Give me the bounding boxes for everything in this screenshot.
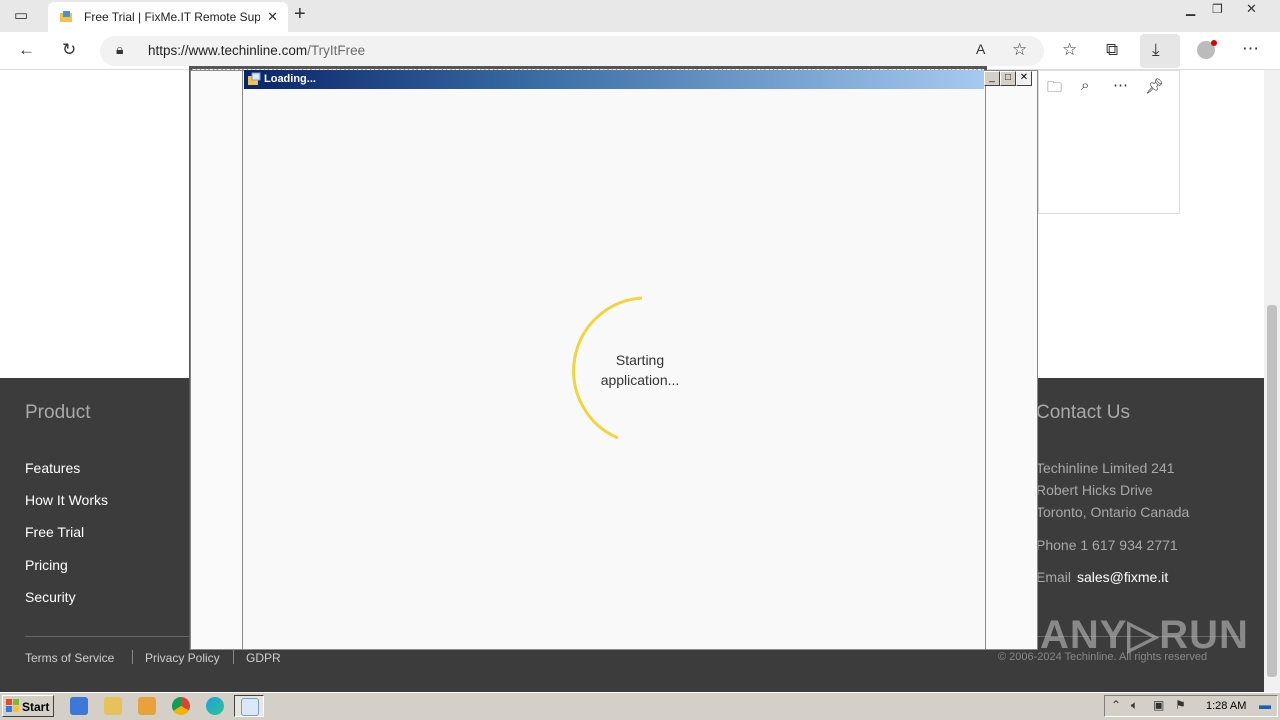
add-favorite-icon[interactable]: ☆: [1012, 40, 1027, 60]
system-tray: ⌃ 🔈︎ ▣ ⚑ ▬: [1104, 695, 1278, 717]
footer-link-security[interactable]: Security: [25, 589, 76, 605]
more-menu-icon[interactable]: ⋯: [1242, 39, 1259, 59]
read-aloud-icon[interactable]: A: [976, 41, 985, 57]
downloads-more-icon[interactable]: ⋯: [1113, 76, 1128, 94]
app-window-icon: [248, 72, 261, 85]
tab-actions-icon[interactable]: ▭: [14, 6, 28, 24]
loading-window-title: Loading...: [264, 73, 316, 85]
legal-separator: [233, 650, 234, 664]
network-icon[interactable]: ▣: [1153, 698, 1164, 712]
profile-alert-dot: [1211, 40, 1217, 46]
dialog-maximize-button[interactable]: □: [1000, 71, 1016, 86]
contact-email-link[interactable]: sales@fixme.it: [1077, 569, 1168, 585]
gdpr-link[interactable]: GDPR: [246, 651, 281, 665]
scrollbar-thumb[interactable]: [1267, 305, 1277, 677]
active-app-taskbar-button[interactable]: [234, 695, 264, 717]
footer-product-title: Product: [25, 402, 91, 423]
tab-close-icon[interactable]: ✕: [267, 9, 278, 25]
contact-address-line3: Toronto, Ontario Canada: [1036, 504, 1190, 520]
url-host: https://www.techinline.com: [148, 43, 308, 58]
ie-taskbar-icon[interactable]: [70, 697, 88, 715]
contact-email-label: Email: [1036, 569, 1072, 585]
address-input[interactable]: 🔒︎ https://www.techinline.com/TryItFree …: [100, 36, 1044, 66]
url-path: /TryItFree: [307, 43, 366, 58]
download-icon: ⤓: [1152, 40, 1160, 59]
windows-logo-icon: [6, 699, 19, 712]
browser-tab-bar: ▭ Free Trial | FixMe.IT Remote Supp ✕ + …: [0, 0, 1280, 32]
contact-phone: Phone 1 617 934 2771: [1036, 537, 1178, 553]
tray-expand-icon[interactable]: ⌃: [1111, 698, 1121, 712]
legal-separator: [132, 650, 133, 664]
watermark-logo: ANY▷RUN: [1040, 613, 1249, 657]
restore-icon[interactable]: ❐: [1212, 2, 1223, 16]
window-close-icon[interactable]: ✕: [1246, 1, 1257, 17]
footer-contact-title: Contact Us: [1036, 402, 1130, 423]
footer-link-pricing[interactable]: Pricing: [25, 557, 68, 573]
lock-icon[interactable]: 🔒︎: [116, 41, 123, 58]
open-folder-icon[interactable]: 🗀︎: [1047, 77, 1062, 102]
browser-tab[interactable]: Free Trial | FixMe.IT Remote Supp ✕: [48, 2, 288, 32]
taskbar: [0, 692, 1280, 720]
footer-link-features[interactable]: Features: [25, 460, 80, 476]
new-tab-icon[interactable]: +: [294, 3, 306, 26]
loading-message-line1: Starting: [615, 352, 665, 368]
downloads-flyout: 🗀︎ ⌕ ⋯ 📌︎: [1038, 70, 1180, 214]
fixme-app-icon: [241, 698, 259, 716]
refresh-icon[interactable]: ↻: [62, 40, 76, 60]
loading-message: Starting application...: [580, 350, 700, 390]
taskbar-clock[interactable]: 1:28 AM: [1206, 700, 1246, 712]
start-button[interactable]: Start: [2, 695, 54, 717]
contact-address-line1: Techinline Limited 241: [1036, 460, 1175, 476]
dialog-minimize-button[interactable]: _: [984, 71, 1000, 86]
search-downloads-icon[interactable]: ⌕: [1081, 77, 1089, 94]
explorer-taskbar-icon[interactable]: [104, 697, 122, 715]
flag-icon[interactable]: ⚑: [1175, 698, 1186, 712]
collections-icon[interactable]: ⧉: [1106, 40, 1118, 60]
url-text: https://www.techinline.com/TryItFree: [148, 43, 365, 58]
media-player-taskbar-icon[interactable]: [138, 697, 156, 715]
back-icon[interactable]: ←: [18, 40, 35, 60]
show-desktop-icon[interactable]: ▬: [1259, 698, 1271, 712]
start-label: Start: [22, 700, 50, 714]
loading-message-line2: application...: [600, 372, 680, 388]
terms-link[interactable]: Terms of Service: [25, 651, 114, 665]
page-favicon-icon: [60, 11, 72, 22]
edge-taskbar-icon[interactable]: [206, 697, 224, 715]
footer-link-free-trial[interactable]: Free Trial: [25, 524, 84, 540]
contact-address-line2: Robert Hicks Drive: [1036, 482, 1153, 498]
dialog-close-button[interactable]: ✕: [1016, 71, 1032, 86]
chrome-taskbar-icon[interactable]: [172, 697, 190, 715]
footer-link-how-it-works[interactable]: How It Works: [25, 492, 108, 508]
privacy-link[interactable]: Privacy Policy: [145, 651, 220, 665]
downloads-button[interactable]: ⤓: [1140, 34, 1180, 68]
loading-window-titlebar[interactable]: Loading...: [244, 70, 984, 89]
favorites-icon[interactable]: ☆: [1062, 40, 1077, 60]
pin-icon[interactable]: 📌︎: [1145, 77, 1164, 95]
volume-icon[interactable]: 🔈︎: [1131, 698, 1138, 713]
minimize-icon[interactable]: ▁: [1186, 2, 1195, 16]
tab-title: Free Trial | FixMe.IT Remote Supp: [84, 10, 260, 24]
